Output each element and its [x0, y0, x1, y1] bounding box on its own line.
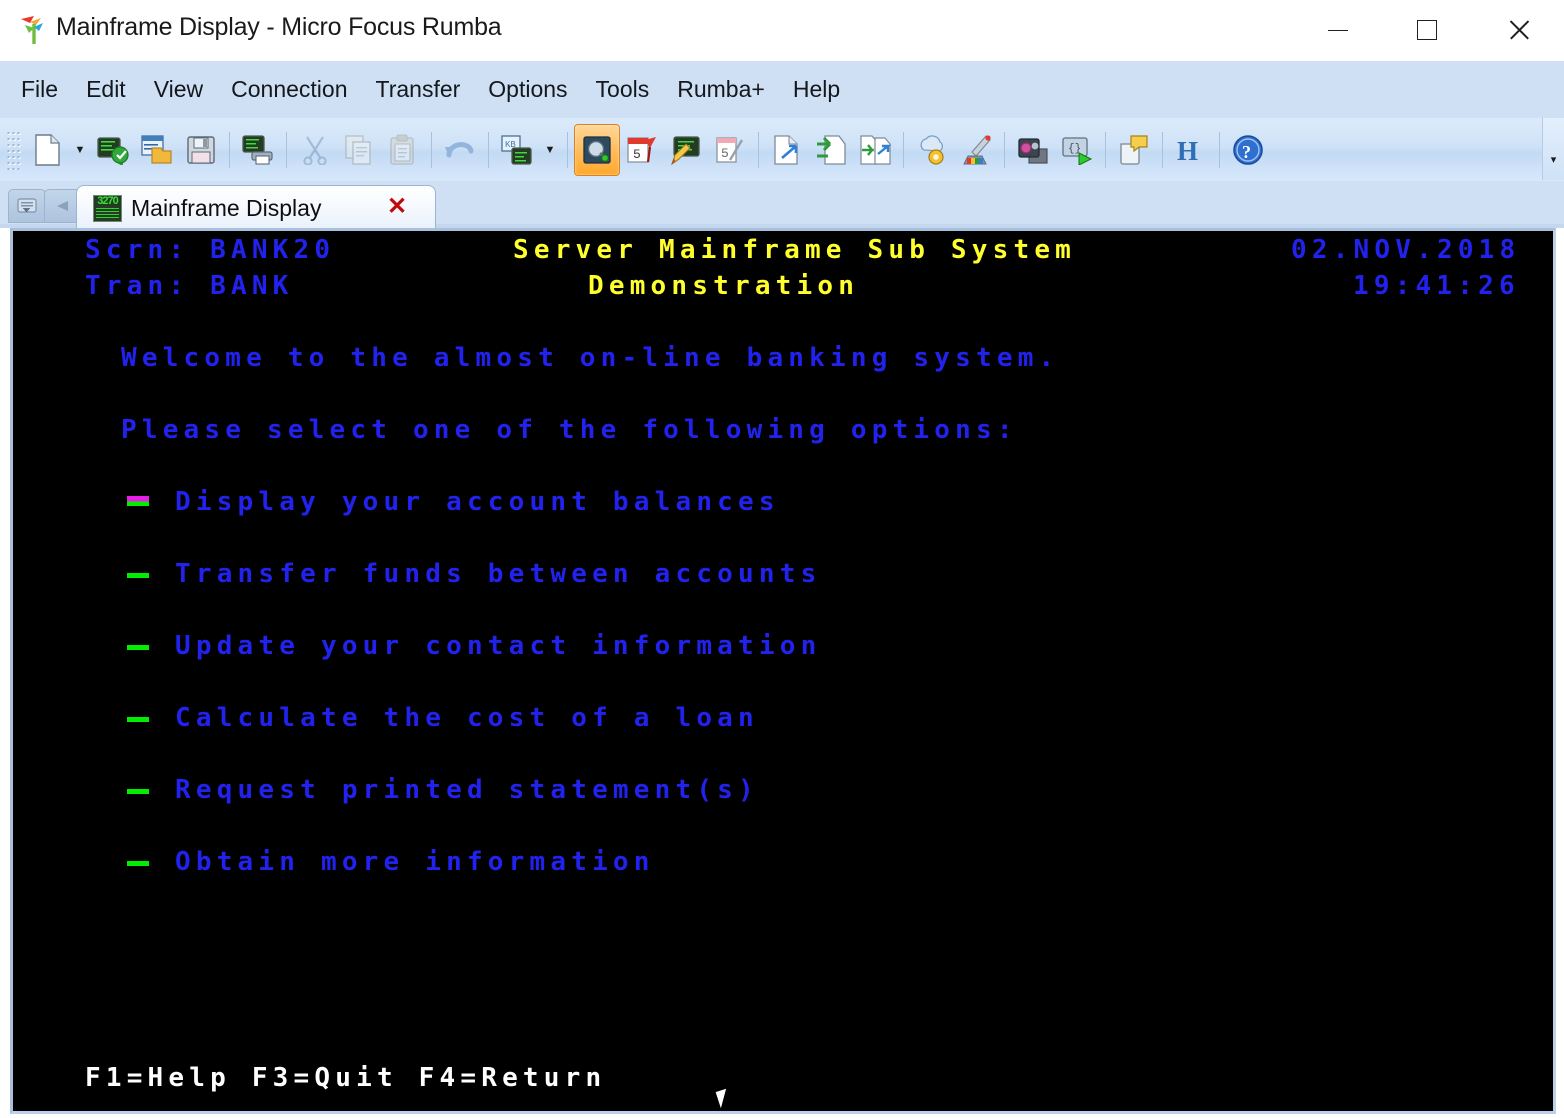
menu-item-options[interactable]: Options — [474, 61, 581, 118]
paste-icon[interactable] — [381, 125, 425, 175]
app-window: Mainframe Display - Micro Focus Rumba Fi… — [0, 0, 1564, 1118]
option-label-3: Update your contact information — [175, 631, 822, 661]
toolbar-separator — [1105, 131, 1106, 168]
option-label-5: Request printed statement(s) — [175, 775, 759, 805]
cut-scissors-icon[interactable] — [293, 125, 337, 175]
tab-mainframe-display[interactable]: 3270 Mainframe Display ✕ — [76, 185, 436, 229]
terminal-time: 19:41:26 — [1353, 271, 1520, 301]
toolbar-drag-grip[interactable] — [6, 129, 22, 170]
toolbar-separator — [286, 131, 287, 168]
hllapi-icon[interactable]: H — [1169, 125, 1213, 175]
rumba-bird-logo-icon — [17, 14, 51, 46]
menu-item-file[interactable]: File — [7, 61, 72, 118]
svg-text:5: 5 — [721, 146, 729, 161]
toolbar-separator — [567, 131, 568, 168]
tab-list-button[interactable] — [8, 189, 46, 223]
3270-icon-lines — [96, 208, 119, 218]
option-label-4: Calculate the cost of a loan — [175, 703, 759, 733]
play-macro-icon[interactable]: {} — [1055, 125, 1099, 175]
option-input-field-2[interactable] — [127, 573, 149, 578]
terminal-title-line-1: Server Mainframe Sub System — [513, 235, 1077, 265]
svg-text:?: ? — [1242, 142, 1251, 162]
undo-icon[interactable] — [438, 125, 482, 175]
chevron-down-icon: ▼ — [544, 143, 556, 156]
color-brush-icon[interactable] — [954, 125, 998, 175]
terminal-date: 02.NOV.2018 — [1291, 235, 1521, 265]
close-icon — [1508, 19, 1530, 41]
toolbar-separator — [1162, 131, 1163, 168]
new-document-icon[interactable] — [25, 125, 69, 175]
tab-strip: 3270 Mainframe Display ✕ — [0, 181, 1564, 390]
record-macro-icon[interactable] — [1011, 125, 1055, 175]
open-folder-window-icon[interactable] — [135, 125, 179, 175]
help-icon[interactable]: ? — [1226, 125, 1270, 175]
menu-item-edit[interactable]: Edit — [72, 61, 140, 118]
terminal-prompt-text: Please select one of the following optio… — [121, 415, 1018, 445]
3270-icon-text: 3270 — [97, 195, 118, 207]
option-input-field-5[interactable] — [127, 789, 149, 794]
menu-item-transfer[interactable]: Transfer — [362, 61, 475, 118]
print-screen-icon[interactable] — [236, 125, 280, 175]
toolbar-separator — [431, 131, 432, 168]
receive-file-icon[interactable] — [809, 125, 853, 175]
terminal-screen-name: Scrn: BANK20 — [85, 235, 336, 265]
send-file-icon[interactable] — [765, 125, 809, 175]
toolbar-separator — [488, 131, 489, 168]
keyboard-remap-dropdown-button[interactable]: ▼ — [539, 125, 561, 175]
menu-bar: File Edit View Connection Transfer Optio… — [0, 61, 1564, 118]
option-label-6: Obtain more information — [175, 847, 655, 877]
copy-icon[interactable] — [337, 125, 381, 175]
toolbar-overflow-button[interactable]: ▾ — [1542, 118, 1564, 180]
option-input-field-1[interactable] — [127, 496, 149, 506]
option-input-field-6[interactable] — [127, 861, 149, 866]
window-title: Mainframe Display - Micro Focus Rumba — [56, 13, 502, 41]
toolbar-separator — [903, 131, 904, 168]
option-input-field-4[interactable] — [127, 717, 149, 722]
new-document-dropdown-button[interactable]: ▼ — [69, 125, 91, 175]
svg-text:5: 5 — [633, 147, 641, 162]
3270-session-icon: 3270 — [93, 195, 122, 222]
tab-close-icon[interactable]: ✕ — [387, 195, 407, 219]
chevron-down-icon: ▼ — [74, 143, 86, 156]
terminal-tran-name: Tran: BANK — [85, 271, 294, 301]
toolbar-separator — [1004, 131, 1005, 168]
save-icon[interactable] — [179, 125, 223, 175]
open-session-icon[interactable] — [91, 125, 135, 175]
maximize-icon — [1417, 20, 1437, 40]
notes-icon[interactable] — [1112, 125, 1156, 175]
minimize-button[interactable] — [1292, 0, 1384, 60]
calendar-edit-icon[interactable]: 5 — [708, 125, 752, 175]
menu-item-help[interactable]: Help — [779, 61, 854, 118]
terminal-welcome-text: Welcome to the almost on-line banking sy… — [121, 343, 1060, 373]
tab-label: Mainframe Display — [131, 195, 322, 221]
title-bar: Mainframe Display - Micro Focus Rumba — [0, 0, 1564, 61]
menu-item-tools[interactable]: Tools — [582, 61, 664, 118]
edit-screen-icon[interactable] — [664, 125, 708, 175]
hotspots-icon[interactable] — [574, 123, 620, 176]
settings-gear-cloud-icon[interactable] — [910, 125, 954, 175]
option-input-field-3[interactable] — [127, 645, 149, 650]
terminal-status-line: F1=Help F3=Quit F4=Return — [85, 1063, 607, 1093]
maximize-button[interactable] — [1381, 0, 1473, 60]
calendar-pin-icon[interactable]: 5 — [620, 125, 664, 175]
keyboard-remap-icon[interactable]: KB — [495, 125, 539, 175]
menu-item-rumba-plus[interactable]: Rumba+ — [663, 61, 779, 118]
transfer-files-icon[interactable] — [853, 125, 897, 175]
toolbar-separator — [229, 131, 230, 168]
close-button[interactable] — [1473, 0, 1564, 60]
toolbar-separator — [1219, 131, 1220, 168]
svg-text:H: H — [1177, 136, 1198, 166]
menu-item-connection[interactable]: Connection — [217, 61, 361, 118]
terminal-canvas: Scrn: BANK20 Server Mainframe Sub System… — [13, 231, 1553, 1111]
toolbar: ▼ KB ▼ 5 5 {} H ? — [0, 118, 1564, 182]
minimize-icon — [1328, 29, 1348, 31]
menu-item-view[interactable]: View — [140, 61, 217, 118]
option-label-1: Display your account balances — [175, 487, 780, 517]
terminal-title-line-2: Demonstration — [588, 271, 860, 301]
option-label-2: Transfer funds between accounts — [175, 559, 822, 589]
terminal-screen[interactable]: Scrn: BANK20 Server Mainframe Sub System… — [10, 228, 1556, 1114]
toolbar-separator — [758, 131, 759, 168]
